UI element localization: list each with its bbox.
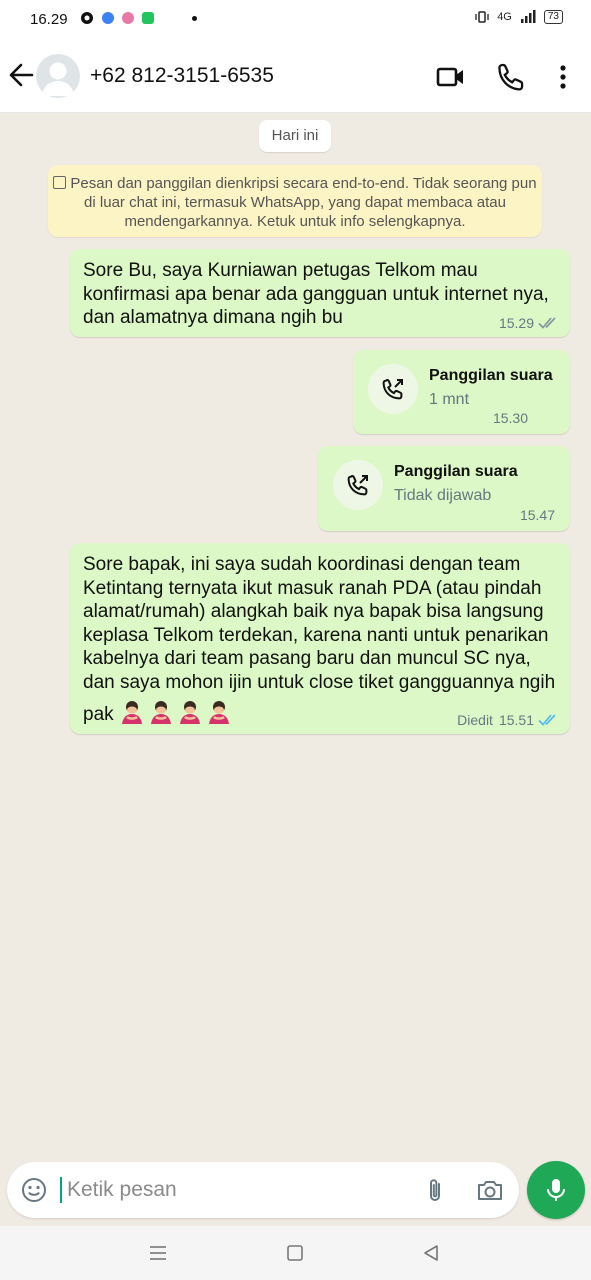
mic-button[interactable] xyxy=(527,1161,585,1219)
message-text: Sore Bu, saya Kurniawan petugas Telkom m… xyxy=(83,260,549,328)
call-duration: 1 mnt xyxy=(429,391,470,408)
status-bar: 16.29 4G 73 xyxy=(0,0,591,40)
message-meta: Diedit 15.51 xyxy=(457,712,560,728)
call-title: Panggilan suara xyxy=(429,367,553,384)
double-tick-icon xyxy=(538,317,556,329)
message-time: 15.29 xyxy=(498,315,534,331)
back-arrow-icon[interactable] xyxy=(8,60,34,90)
status-time: 16.29 xyxy=(30,11,68,28)
emoji-group xyxy=(119,701,235,725)
outgoing-call-icon xyxy=(368,364,418,414)
encryption-text: Pesan dan panggilan dienkripsi secara en… xyxy=(70,175,537,230)
notification-app-icon xyxy=(81,12,93,24)
more-options-icon[interactable] xyxy=(548,62,578,92)
nav-back-icon[interactable] xyxy=(420,1242,442,1264)
person-bowing-emoji xyxy=(179,701,200,724)
chat-header: +62 812-3151-6535 xyxy=(0,40,591,113)
network-label: 4G xyxy=(497,11,512,23)
message-meta: 15.29 xyxy=(499,315,560,331)
message-time: 15.51 xyxy=(498,712,534,728)
vibrate-icon xyxy=(475,11,489,23)
notification-icons xyxy=(80,11,197,25)
avatar[interactable] xyxy=(36,54,80,98)
system-nav-bar xyxy=(0,1226,591,1280)
call-title: Panggilan suara xyxy=(394,463,518,480)
message-input[interactable] xyxy=(67,1177,397,1203)
video-call-icon[interactable] xyxy=(436,62,466,92)
status-right: 4G 73 xyxy=(475,10,563,24)
encryption-notice[interactable]: Pesan dan panggilan dienkripsi secara en… xyxy=(48,165,542,237)
notification-app-icon xyxy=(102,12,114,24)
camera-icon[interactable] xyxy=(476,1178,504,1202)
person-bowing-emoji xyxy=(121,701,142,724)
date-label: Hari ini xyxy=(259,120,331,152)
signal-icon xyxy=(520,10,536,23)
message-time: 15.30 xyxy=(492,410,528,426)
call-status: Tidak dijawab xyxy=(394,487,492,504)
notification-app-icon xyxy=(142,12,154,24)
emoji-icon[interactable] xyxy=(21,1177,47,1203)
message-input-bar xyxy=(7,1162,519,1218)
message-bubble[interactable]: Sore bapak, ini saya sudah koordinasi de… xyxy=(70,543,570,734)
contact-name[interactable]: +62 812-3151-6535 xyxy=(90,64,274,88)
chat-area[interactable]: Hari ini Pesan dan panggilan dienkripsi … xyxy=(0,112,591,1162)
mic-icon xyxy=(547,1179,565,1201)
person-bowing-emoji xyxy=(208,701,229,724)
text-cursor xyxy=(60,1177,62,1203)
phone-icon[interactable] xyxy=(496,62,526,92)
person-bowing-emoji xyxy=(150,701,171,724)
outgoing-call-icon xyxy=(333,460,383,510)
notification-app-icon xyxy=(122,12,134,24)
avatar-icon xyxy=(42,62,74,96)
notification-dot-icon xyxy=(192,15,197,21)
message-time: 15.47 xyxy=(519,507,555,523)
nav-menu-icon[interactable] xyxy=(147,1242,169,1264)
battery-level: 73 xyxy=(543,10,563,24)
message-text: Sore bapak, ini saya sudah koordinasi de… xyxy=(83,553,557,727)
double-tick-icon xyxy=(538,714,556,726)
call-bubble[interactable]: Panggilan suara 1 mnt 15.30 xyxy=(353,350,570,434)
nav-home-icon[interactable] xyxy=(284,1242,306,1264)
lock-icon xyxy=(53,175,67,189)
attach-icon[interactable] xyxy=(423,1177,447,1205)
call-bubble[interactable]: Panggilan suara Tidak dijawab 15.47 xyxy=(318,446,570,531)
edited-label: Diedit xyxy=(457,712,493,728)
message-bubble[interactable]: Sore Bu, saya Kurniawan petugas Telkom m… xyxy=(70,249,570,337)
